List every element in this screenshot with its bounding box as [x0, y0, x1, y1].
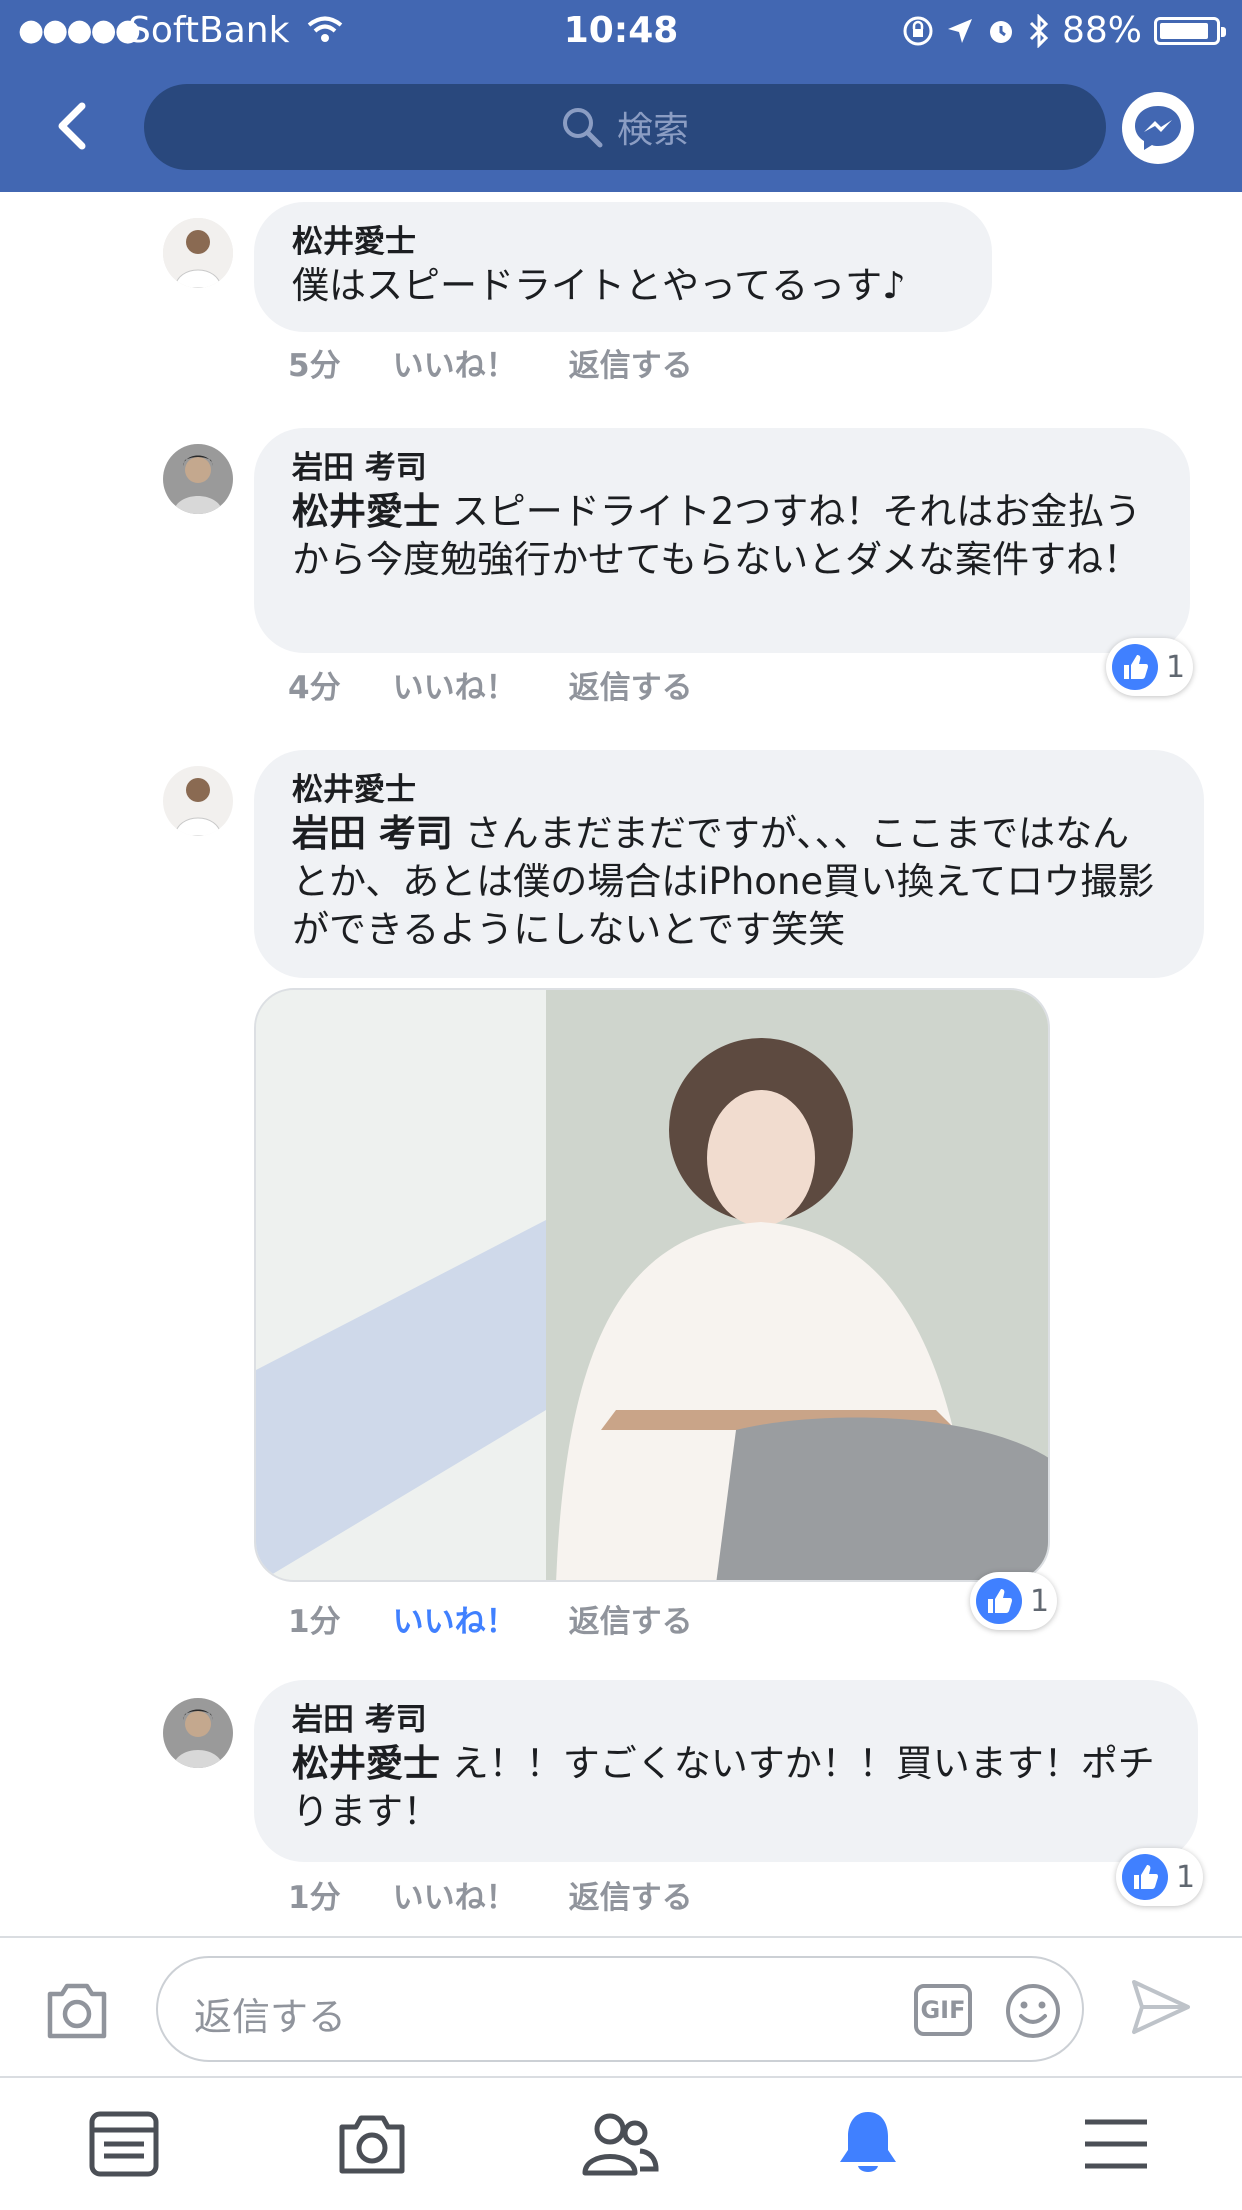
- search-input[interactable]: 検索: [144, 84, 1106, 170]
- tab-camera[interactable]: [330, 2102, 414, 2186]
- avatar[interactable]: [163, 1698, 233, 1768]
- comment-text: 松井愛士 スピードライト2つすね！それはお金払うから今度勉強行かせてもらないとダ…: [292, 488, 1152, 584]
- mention-link[interactable]: 松井愛士: [292, 490, 440, 533]
- person-photo: [163, 444, 233, 514]
- like-link[interactable]: いいね！: [393, 340, 517, 385]
- bottom-tab-bar: [0, 2076, 1242, 2210]
- like-link-active[interactable]: いいね！: [393, 1596, 517, 1641]
- emoji-icon[interactable]: [1004, 1982, 1062, 2040]
- comment-bubble[interactable]: 岩田 考司 松井愛士 え！！すごくないすか！！買います！ポチります！: [254, 1680, 1198, 1862]
- tab-friends[interactable]: [578, 2102, 662, 2186]
- comment-time: 4分: [288, 670, 341, 706]
- reaction-count[interactable]: 1: [1106, 638, 1194, 696]
- comment-author[interactable]: 岩田 考司: [292, 448, 1152, 488]
- tab-notifications[interactable]: [826, 2102, 910, 2186]
- like-icon: [976, 1578, 1022, 1624]
- reaction-count[interactable]: 1: [970, 1572, 1058, 1630]
- comment-author[interactable]: 岩田 考司: [292, 1700, 1160, 1740]
- attached-photo[interactable]: [254, 988, 1050, 1582]
- comment-text: 岩田 考司 さんまだまだですが、、、ここまではなんとか、あとは僕の場合はiPho…: [292, 810, 1166, 954]
- comment-text: 僕はスピードライトとやってるっす♪: [292, 264, 906, 307]
- comment-actions: 1分 いいね！ 返信する: [288, 1596, 693, 1641]
- reply-link[interactable]: 返信する: [569, 662, 693, 707]
- friends-icon: [582, 2113, 659, 2176]
- mention-link[interactable]: 松井愛士: [292, 1742, 440, 1785]
- reply-placeholder: 返信する: [194, 1995, 347, 2039]
- top-bar: ●●●●● SoftBank 10:48 88% 検索: [0, 0, 1242, 192]
- back-chevron-icon[interactable]: [44, 96, 104, 156]
- reply-link[interactable]: 返信する: [569, 1596, 693, 1641]
- comment-bubble[interactable]: 松井愛士 岩田 考司 さんまだまだですが、、、ここまではなんとか、あとは僕の場合…: [254, 750, 1204, 978]
- reply-composer: 返信する GIF: [0, 1936, 1242, 2078]
- reply-link[interactable]: 返信する: [569, 1872, 693, 1917]
- reaction-number: 1: [1166, 649, 1186, 685]
- avatar[interactable]: [163, 766, 233, 836]
- tab-news-feed[interactable]: [82, 2102, 166, 2186]
- comment-actions: 4分 いいね！ 返信する: [288, 662, 693, 707]
- comment-text: 松井愛士 え！！すごくないすか！！買います！ポチります！: [292, 1740, 1160, 1836]
- battery-icon: [1154, 16, 1226, 45]
- news-feed-icon: [89, 2111, 159, 2177]
- tab-menu[interactable]: [1074, 2102, 1158, 2186]
- photo-image: [256, 990, 1048, 1580]
- status-right: 88%: [902, 10, 1226, 51]
- search-icon: [562, 108, 603, 148]
- status-bar: ●●●●● SoftBank 10:48 88%: [0, 0, 1242, 62]
- search-placeholder: 検索: [616, 110, 689, 151]
- mention-link[interactable]: 岩田 考司: [292, 812, 453, 855]
- battery-percent: 88%: [1061, 10, 1142, 51]
- person-photo: [163, 766, 233, 836]
- reply-input[interactable]: 返信する GIF: [156, 1956, 1084, 2062]
- bluetooth-icon: [1029, 13, 1049, 48]
- comment-time: 5分: [288, 348, 341, 384]
- location-icon: [947, 18, 972, 43]
- comment-bubble[interactable]: 岩田 考司 松井愛士 スピードライト2つすね！それはお金払うから今度勉強行かせて…: [254, 428, 1190, 653]
- messenger-icon: [1135, 106, 1181, 150]
- reaction-count[interactable]: 1: [1116, 1848, 1204, 1906]
- person-photo: [163, 1698, 233, 1768]
- comment-bubble[interactable]: 松井愛士 僕はスピードライトとやってるっす♪: [254, 202, 992, 332]
- avatar[interactable]: [163, 218, 233, 288]
- messenger-button[interactable]: [1122, 92, 1194, 164]
- comment-author[interactable]: 松井愛士: [292, 770, 1166, 810]
- like-icon: [1112, 644, 1158, 690]
- like-link[interactable]: いいね！: [393, 662, 517, 707]
- like-link[interactable]: いいね！: [393, 1872, 517, 1917]
- comment-time: 1分: [288, 1604, 341, 1640]
- comment-time: 1分: [288, 1880, 341, 1916]
- avatar[interactable]: [163, 444, 233, 514]
- notifications-bell-icon: [840, 2112, 896, 2172]
- alarm-icon: [989, 20, 1012, 43]
- reaction-number: 1: [1030, 1583, 1050, 1619]
- comment-actions: 1分 いいね！ 返信する: [288, 1872, 693, 1917]
- send-icon[interactable]: [1130, 1978, 1192, 2036]
- menu-icon: [1085, 2119, 1147, 2169]
- like-icon: [1122, 1854, 1168, 1900]
- comment-actions: 5分 いいね！ 返信する: [288, 340, 693, 385]
- gif-icon[interactable]: GIF: [914, 1984, 972, 2036]
- orientation-lock-icon: [903, 16, 933, 45]
- reply-link[interactable]: 返信する: [569, 340, 693, 385]
- camera-tab-icon: [339, 2115, 405, 2174]
- person-photo: [163, 218, 233, 288]
- comment-author[interactable]: 松井愛士: [292, 222, 954, 262]
- reaction-number: 1: [1176, 1859, 1196, 1895]
- camera-icon[interactable]: [44, 1982, 110, 2040]
